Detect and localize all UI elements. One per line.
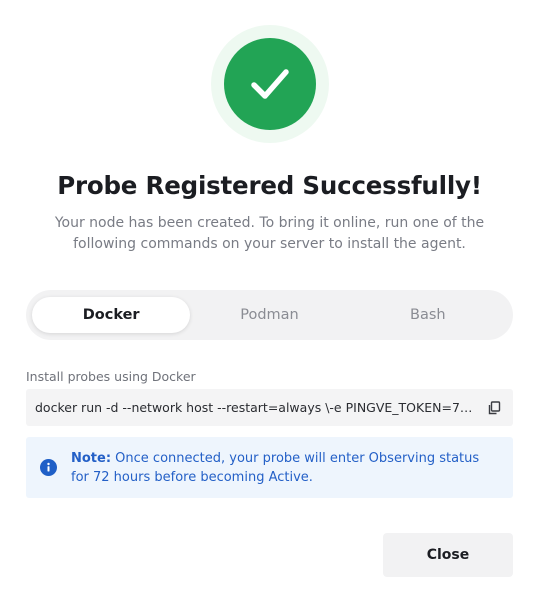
note-body: Once connected, your probe will enter Ob… [71,450,480,485]
tab-docker[interactable]: Docker [32,297,191,333]
info-icon [40,459,57,476]
dialog-title: Probe Registered Successfully! [57,171,482,200]
copy-icon[interactable] [485,399,503,417]
note-prefix: Note: [71,450,112,466]
close-button[interactable]: Close [383,533,513,577]
install-method-tabs: Docker Podman Bash [26,290,513,340]
tab-podman[interactable]: Podman [190,297,348,333]
install-label: Install probes using Docker [26,369,196,384]
command-box: docker run -d --network host --restart=a… [26,389,513,426]
check-icon [224,38,316,130]
tab-bash[interactable]: Bash [349,297,507,333]
note-box: Note: Once connected, your probe will en… [26,437,513,498]
install-command[interactable]: docker run -d --network host --restart=a… [35,400,473,415]
dialog-subtitle: Your node has been created. To bring it … [54,215,485,252]
note-text: Note: Once connected, your probe will en… [71,449,489,487]
probe-registered-dialog: Probe Registered Successfully! Your node… [0,0,539,603]
